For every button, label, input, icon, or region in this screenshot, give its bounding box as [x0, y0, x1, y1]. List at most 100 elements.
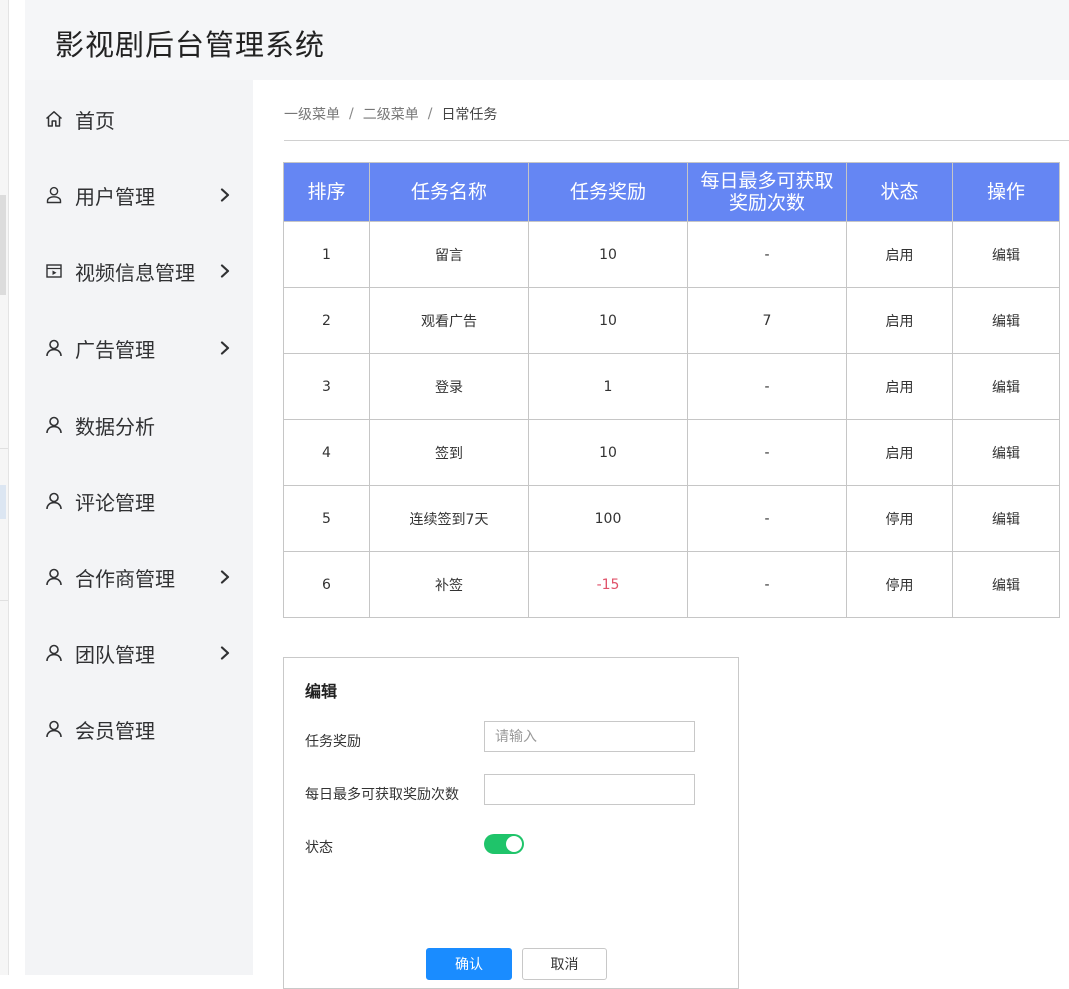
edit-link[interactable]: 编辑 [952, 221, 1060, 288]
sidebar-item-label: 会员管理 [75, 718, 155, 743]
chevron-right-icon [217, 187, 233, 203]
breadcrumb-separator: / [349, 106, 354, 122]
table-row: 2 观看广告 10 7 启用 编辑 [283, 287, 1060, 354]
user-icon [43, 337, 65, 359]
cell-reward: 10 [528, 221, 688, 288]
sidebar-item-home[interactable]: 首页 [25, 89, 253, 149]
user-icon [43, 414, 65, 436]
column-header-reward: 任务奖励 [528, 162, 688, 222]
breadcrumb-current: 日常任务 [441, 107, 498, 123]
home-icon [43, 108, 65, 130]
cell-task-name: 连续签到7天 [369, 485, 529, 552]
cell-max-times: 7 [687, 287, 847, 354]
column-header-task-name: 任务名称 [369, 162, 529, 222]
edge-marker [0, 485, 6, 519]
edit-link[interactable]: 编辑 [952, 353, 1060, 420]
table-header-row: 排序 任务名称 任务奖励 每日最多可获取奖励次数 状态 操作 [283, 162, 1060, 222]
breadcrumb-divider [284, 140, 1069, 141]
sidebar-item-team[interactable]: 团队管理 [25, 623, 253, 683]
task-table: 排序 任务名称 任务奖励 每日最多可获取奖励次数 状态 操作 1 留言 10 -… [283, 162, 1060, 618]
chevron-right-icon [217, 340, 233, 356]
toggle-knob [506, 836, 522, 852]
cell-order: 2 [283, 287, 370, 354]
cell-order: 6 [283, 551, 370, 618]
chevron-right-icon [217, 569, 233, 585]
column-header-order: 排序 [283, 162, 370, 222]
status-toggle[interactable] [484, 834, 524, 854]
reward-input[interactable] [484, 721, 695, 752]
cell-status: 启用 [846, 221, 953, 288]
breadcrumb-item[interactable]: 一级菜单 [284, 104, 340, 124]
status-label: 状态 [305, 840, 333, 856]
user-icon [43, 184, 65, 206]
sidebar-item-members[interactable]: 会员管理 [25, 699, 253, 759]
cell-order: 1 [283, 221, 370, 288]
breadcrumb-separator: / [427, 106, 433, 122]
breadcrumb: 一级菜单 / 二级菜单 / 日常任务 [284, 104, 497, 124]
sidebar-item-users[interactable]: 用户管理 [25, 165, 253, 225]
sidebar-item-label: 团队管理 [75, 642, 155, 667]
edge-marker [0, 195, 6, 295]
cell-order: 3 [283, 353, 370, 420]
cell-task-name: 补签 [369, 551, 529, 618]
cancel-button[interactable]: 取消 [522, 948, 607, 980]
cell-reward: 10 [528, 287, 688, 354]
sidebar-item-label: 广告管理 [75, 337, 155, 362]
cell-reward: 100 [528, 485, 688, 552]
cell-order: 4 [283, 419, 370, 486]
edit-panel: 编辑 任务奖励 每日最多可获取奖励次数 状态 确认 取消 [283, 657, 739, 989]
table-row: 5 连续签到7天 100 - 停用 编辑 [283, 485, 1060, 552]
user-icon [43, 718, 65, 740]
edge-divider [0, 448, 8, 449]
table-row: 3 登录 1 - 启用 编辑 [283, 353, 1060, 420]
column-header-actions: 操作 [952, 162, 1060, 222]
sidebar-item-ads[interactable]: 广告管理 [25, 318, 253, 378]
user-icon [43, 490, 65, 512]
cell-reward: 1 [528, 353, 688, 420]
sidebar-item-label: 用户管理 [75, 184, 155, 209]
edit-link[interactable]: 编辑 [952, 551, 1060, 618]
cell-task-name: 签到 [369, 419, 529, 486]
sidebar-item-label: 视频信息管理 [75, 260, 195, 285]
confirm-button[interactable]: 确认 [426, 948, 512, 980]
video-icon [43, 260, 65, 282]
table-row: 6 补签 -15 - 停用 编辑 [283, 551, 1060, 618]
sidebar-item-label: 首页 [75, 108, 115, 133]
edge-divider [0, 600, 8, 601]
column-header-max-times: 每日最多可获取奖励次数 [687, 162, 847, 222]
cell-max-times: - [687, 353, 847, 420]
chevron-right-icon [217, 645, 233, 661]
max-times-input[interactable] [484, 774, 695, 805]
sidebar-item-video-info[interactable]: 视频信息管理 [25, 241, 253, 301]
sidebar-item-label: 数据分析 [75, 414, 155, 439]
cell-max-times: - [687, 485, 847, 552]
user-icon [43, 566, 65, 588]
sidebar-item-data-analysis[interactable]: 数据分析 [25, 395, 253, 455]
reward-label: 任务奖励 [305, 734, 361, 750]
cell-status: 启用 [846, 287, 953, 354]
edit-link[interactable]: 编辑 [952, 287, 1060, 354]
cell-task-name: 留言 [369, 221, 529, 288]
cell-status: 停用 [846, 551, 953, 618]
main-content: 一级菜单 / 二级菜单 / 日常任务 排序 任务名称 任务奖励 每日最多可获取奖… [253, 80, 1069, 989]
column-header-status: 状态 [846, 162, 953, 222]
sidebar-item-partners[interactable]: 合作商管理 [25, 547, 253, 607]
window-edge [0, 0, 9, 975]
table-row: 4 签到 10 - 启用 编辑 [283, 419, 1060, 486]
cell-status: 启用 [846, 419, 953, 486]
app-header: 影视剧后台管理系统 [25, 0, 1069, 80]
edit-link[interactable]: 编辑 [952, 419, 1060, 486]
cell-status: 停用 [846, 485, 953, 552]
chevron-right-icon [217, 263, 233, 279]
sidebar-item-label: 合作商管理 [75, 566, 175, 591]
app-title: 影视剧后台管理系统 [55, 28, 326, 62]
edit-link[interactable]: 编辑 [952, 485, 1060, 552]
cell-status: 启用 [846, 353, 953, 420]
sidebar-item-comments[interactable]: 评论管理 [25, 471, 253, 531]
cell-order: 5 [283, 485, 370, 552]
cell-max-times: - [687, 551, 847, 618]
cell-max-times: - [687, 419, 847, 486]
cell-reward-negative: -15 [528, 551, 688, 618]
user-icon [43, 642, 65, 664]
breadcrumb-item[interactable]: 二级菜单 [363, 104, 419, 124]
